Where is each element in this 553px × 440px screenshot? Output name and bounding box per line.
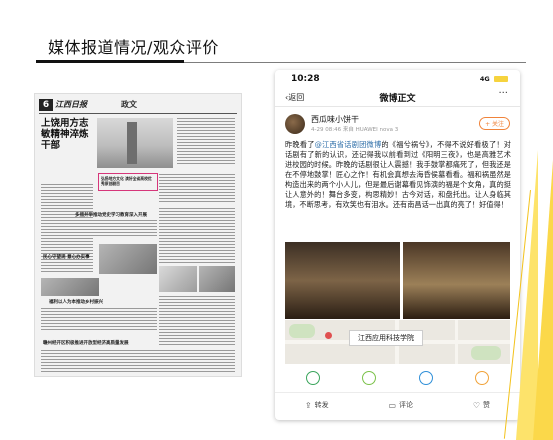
mention-link[interactable]: @江西省话剧团微博 xyxy=(315,140,382,149)
repost-icon: ⇪ xyxy=(304,400,312,410)
highlighted-article-title: 弘扬地方文化 演好全省高校优秀原创剧目 xyxy=(101,176,152,186)
qzone-share-icon[interactable] xyxy=(474,371,489,385)
map-pin-icon xyxy=(325,332,332,339)
status-time: 10:28 xyxy=(291,74,320,84)
text-column xyxy=(41,220,157,238)
comment-button[interactable]: ▭ 评论 xyxy=(388,400,413,410)
comment-icon: ▭ xyxy=(388,400,397,410)
battery-icon xyxy=(494,76,508,82)
like-button[interactable]: ♡ 赞 xyxy=(473,400,490,410)
follow-button[interactable]: + 关注 xyxy=(479,117,510,130)
map-park xyxy=(289,324,315,338)
signal-label: 4G xyxy=(479,75,490,83)
like-label: 赞 xyxy=(483,401,491,409)
thumbs-up-icon: ♡ xyxy=(472,400,481,410)
reaction-row xyxy=(285,368,510,388)
monument-figure xyxy=(127,122,137,164)
wechat-share-icon[interactable] xyxy=(306,371,321,385)
newspaper-photo xyxy=(199,266,235,292)
weibo-screenshot: 10:28 4G ‹返回 微博正文 ··· 西瓜味小饼干 4-29 08:46 … xyxy=(275,70,520,420)
more-button[interactable]: ··· xyxy=(498,88,508,99)
moments-share-icon[interactable] xyxy=(362,371,377,385)
post-prefix: 昨晚看了 xyxy=(285,140,315,149)
post-meta: 4-29 08:46 来自 HUAWEI nova 3 xyxy=(311,127,399,133)
newspaper-subhead: 赣州经开区积极推进开放型经济高质量发展 xyxy=(43,341,129,346)
location-map[interactable]: 江西应用科技学院 xyxy=(285,320,510,364)
post-body: 的《福兮祸兮》，不得不说好看极了！对话剧有了新的认识，还记得我以前看到过《阳明三… xyxy=(285,140,511,209)
newspaper-photo xyxy=(99,244,157,274)
newspaper-top-rule xyxy=(39,113,237,114)
user-name[interactable]: 西瓜味小饼干 xyxy=(311,114,359,125)
post-text: 昨晚看了@江西省话剧团微博的《福兮祸兮》，不得不说好看极了！对话剧有了新的认识，… xyxy=(285,140,511,210)
actions-divider xyxy=(275,392,520,393)
text-column xyxy=(159,208,235,263)
repost-button[interactable]: ⇪ 转发 xyxy=(305,400,329,410)
title-rule-dark xyxy=(36,60,184,63)
newspaper-subhead: 福利以人为本推动乡村振兴 xyxy=(49,300,103,305)
text-column xyxy=(159,296,235,346)
text-column xyxy=(41,350,235,372)
text-column xyxy=(159,174,235,204)
newspaper-photo xyxy=(41,278,99,296)
action-bar: ⇪ 转发 ▭ 评论 ♡ 赞 xyxy=(275,396,520,414)
post-image[interactable] xyxy=(403,242,510,319)
newspaper-clipping: 6 江西日报 政文 上饶用方志敏精神淬炼干部 弘扬地方文化 演好全省高校优秀原创… xyxy=(34,93,242,377)
map-road xyxy=(455,320,458,364)
status-indicators: 4G xyxy=(480,75,508,83)
newspaper-photo xyxy=(159,266,197,292)
newspaper-section: 政文 xyxy=(121,100,137,109)
text-column xyxy=(177,118,235,166)
newspaper-headline: 上饶用方志敏精神淬炼干部 xyxy=(41,118,89,151)
title-rule-light xyxy=(184,62,526,63)
newspaper-brand: 江西日报 xyxy=(55,100,87,109)
map-park xyxy=(471,346,501,360)
avatar[interactable] xyxy=(285,114,305,134)
map-location-label: 江西应用科技学院 xyxy=(349,330,423,346)
text-column xyxy=(41,308,157,332)
newspaper-subhead: 民心守望观 意心办实事 xyxy=(43,255,90,260)
comment-label: 评论 xyxy=(399,401,414,409)
qq-share-icon[interactable] xyxy=(418,371,433,385)
post-image[interactable] xyxy=(285,242,400,319)
repost-label: 转发 xyxy=(314,401,329,409)
nav-title: 微博正文 xyxy=(379,94,416,104)
slide-title: 媒体报道情况/观众评价 xyxy=(48,38,219,57)
newspaper-subhead: 多措并举推动党史学习教育深入开展 xyxy=(75,213,147,218)
page-number: 6 xyxy=(39,99,53,111)
nav-divider xyxy=(275,106,520,107)
